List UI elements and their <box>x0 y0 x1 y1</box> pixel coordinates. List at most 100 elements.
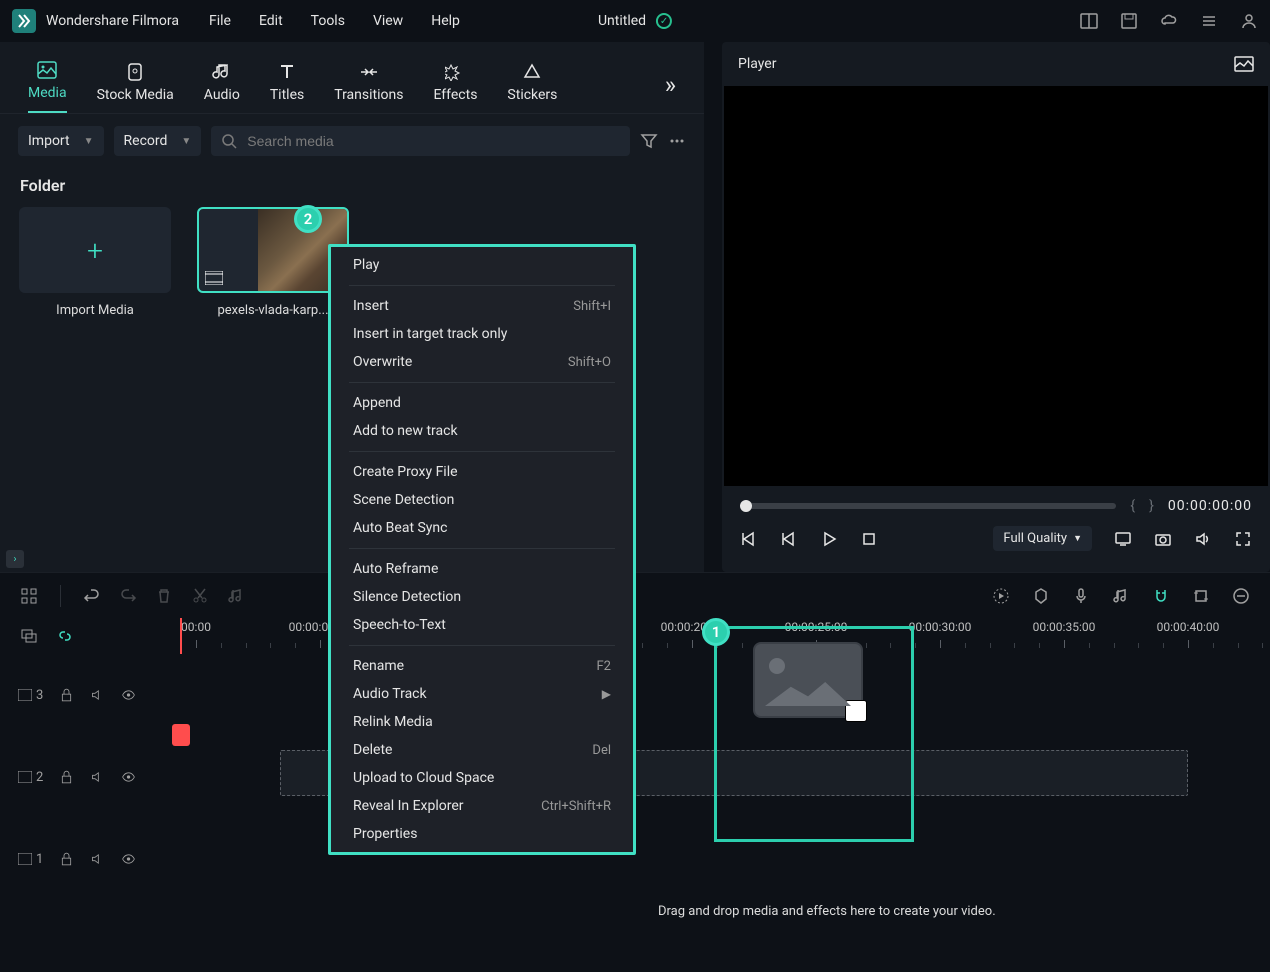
menu-edit[interactable]: Edit <box>259 13 283 29</box>
cm-play[interactable]: Play <box>331 251 633 279</box>
link-icon[interactable] <box>56 627 74 645</box>
snapshot-icon[interactable] <box>1234 56 1254 72</box>
step-back-icon[interactable] <box>780 530 798 548</box>
volume-icon[interactable] <box>1194 530 1212 548</box>
render-icon[interactable] <box>992 587 1010 605</box>
cm-properties[interactable]: Properties <box>331 820 633 848</box>
fullscreen-icon[interactable] <box>1234 530 1252 548</box>
delete-icon[interactable] <box>155 587 173 605</box>
filter-icon[interactable] <box>640 132 658 150</box>
mark-out-icon[interactable]: } <box>1149 498 1154 514</box>
cm-upload[interactable]: Upload to Cloud Space <box>331 764 633 792</box>
magnet-icon[interactable] <box>1152 587 1170 605</box>
mark-in-icon[interactable]: { <box>1130 498 1135 514</box>
project-title[interactable]: Untitled <box>598 13 646 29</box>
zoom-out-icon[interactable] <box>1232 587 1250 605</box>
cm-reveal[interactable]: Reveal In ExplorerCtrl+Shift+R <box>331 792 633 820</box>
tab-titles[interactable]: Titles <box>270 63 304 113</box>
cm-rename[interactable]: RenameF2 <box>331 652 633 680</box>
lock-icon[interactable] <box>59 850 74 868</box>
media-clip[interactable]: pexels-vlada-karp... 2 <box>198 207 348 318</box>
save-icon[interactable] <box>1120 12 1138 30</box>
search-input[interactable] <box>247 133 620 149</box>
lock-icon[interactable] <box>59 768 74 786</box>
track-manage-icon[interactable] <box>20 627 38 645</box>
crop-icon[interactable] <box>1192 587 1210 605</box>
ruler-tick-label: 00:00:30:00 <box>909 620 972 634</box>
eye-icon[interactable] <box>121 686 136 704</box>
music-icon[interactable] <box>1112 587 1130 605</box>
cut-icon[interactable] <box>191 587 209 605</box>
app-name: Wondershare Filmora <box>46 13 179 29</box>
mute-icon[interactable] <box>90 768 105 786</box>
display-icon[interactable] <box>1114 530 1132 548</box>
grid-icon[interactable] <box>20 587 38 605</box>
cm-scene[interactable]: Scene Detection <box>331 486 633 514</box>
search-box[interactable] <box>211 126 630 156</box>
cloud-icon[interactable] <box>1160 12 1178 30</box>
tab-transitions[interactable]: Transitions <box>334 63 403 113</box>
menu-file[interactable]: File <box>209 13 231 29</box>
transitions-tab-icon <box>359 63 379 81</box>
tabs-overflow-icon[interactable]: » <box>665 71 676 99</box>
progress-row: { } 00:00:00:00 <box>740 498 1252 514</box>
cm-silence[interactable]: Silence Detection <box>331 583 633 611</box>
chevron-down-icon: ▼ <box>181 136 191 147</box>
user-icon[interactable] <box>1240 12 1258 30</box>
tab-audio[interactable]: Audio <box>204 63 240 113</box>
play-icon[interactable] <box>820 530 838 548</box>
import-media-tile[interactable]: + Import Media <box>20 207 170 318</box>
record-dropdown[interactable]: Record ▼ <box>114 126 202 156</box>
camera-icon[interactable] <box>1154 530 1172 548</box>
lock-icon[interactable] <box>59 686 74 704</box>
stop-icon[interactable] <box>860 530 878 548</box>
undo-icon[interactable] <box>83 587 101 605</box>
cm-stt[interactable]: Speech-to-Text <box>331 611 633 639</box>
mute-icon[interactable] <box>90 686 105 704</box>
playhead-handle[interactable] <box>172 724 190 746</box>
eye-icon[interactable] <box>121 768 136 786</box>
mute-icon[interactable] <box>90 850 105 868</box>
progress-bar[interactable] <box>740 503 1116 509</box>
panel-tabs: Media Stock Media Audio Titles Transitio… <box>0 42 704 114</box>
cm-insert-target[interactable]: Insert in target track only <box>331 320 633 348</box>
cm-overwrite[interactable]: OverwriteShift+O <box>331 348 633 376</box>
progress-handle[interactable] <box>740 500 752 512</box>
track-2-badge: 2 <box>18 770 43 785</box>
panel-expand-icon[interactable]: › <box>6 550 24 568</box>
more-icon[interactable] <box>668 132 686 150</box>
cm-append[interactable]: Append <box>331 389 633 417</box>
player-header: Player <box>722 42 1270 86</box>
menu-view[interactable]: View <box>373 13 403 29</box>
cm-proxy[interactable]: Create Proxy File <box>331 458 633 486</box>
menu-help[interactable]: Help <box>431 13 460 29</box>
prev-frame-icon[interactable] <box>740 530 758 548</box>
cm-beat[interactable]: Auto Beat Sync <box>331 514 633 542</box>
audio-tool-icon[interactable] <box>227 587 245 605</box>
eye-icon[interactable] <box>121 850 136 868</box>
tab-stickers[interactable]: Stickers <box>507 63 557 113</box>
mic-icon[interactable] <box>1072 587 1090 605</box>
playhead[interactable] <box>180 618 182 654</box>
layout-icon[interactable] <box>1080 12 1098 30</box>
import-thumb: + <box>19 207 171 293</box>
quality-select[interactable]: Full Quality ▼ <box>993 526 1092 551</box>
audio-tab-icon <box>212 63 232 81</box>
import-dropdown[interactable]: Import ▼ <box>18 126 104 156</box>
menu-tools[interactable]: Tools <box>311 13 345 29</box>
cm-insert[interactable]: InsertShift+I <box>331 292 633 320</box>
cm-reframe[interactable]: Auto Reframe <box>331 555 633 583</box>
redo-icon[interactable] <box>119 587 137 605</box>
cm-relink[interactable]: Relink Media <box>331 708 633 736</box>
tab-effects[interactable]: Effects <box>433 63 477 113</box>
tab-media[interactable]: Media <box>28 61 67 113</box>
tab-stock[interactable]: Stock Media <box>97 63 174 113</box>
player-viewport[interactable] <box>724 86 1268 486</box>
ruler-tick-label: 00:00:25:00 <box>785 620 848 634</box>
badge-one: 1 <box>702 618 730 646</box>
marker-icon[interactable] <box>1032 587 1050 605</box>
cm-add-track[interactable]: Add to new track <box>331 417 633 445</box>
cm-delete[interactable]: DeleteDel <box>331 736 633 764</box>
cm-audio-track[interactable]: Audio Track▶ <box>331 680 633 708</box>
hamburger-icon[interactable] <box>1200 12 1218 30</box>
